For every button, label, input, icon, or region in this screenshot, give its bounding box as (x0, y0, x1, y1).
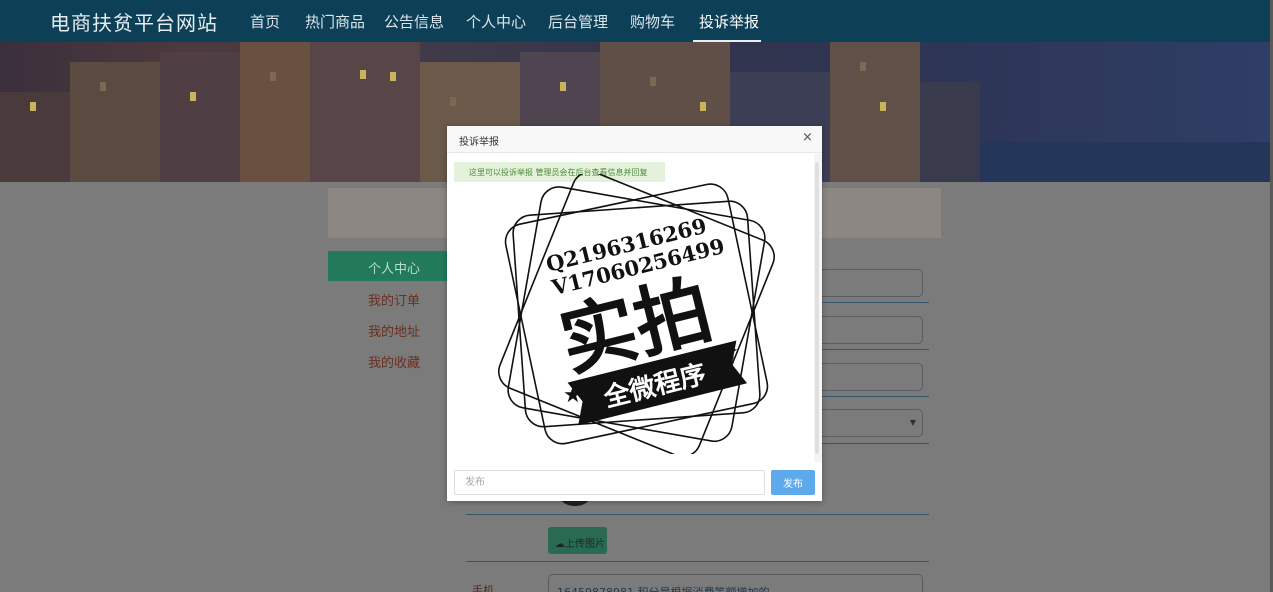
phone-field[interactable]: 16459878981 积分是根据消费等额增加的 (548, 574, 923, 592)
close-icon[interactable]: × (802, 130, 813, 145)
top-navbar: 电商扶贫平台网站 首页 热门商品 公告信息 个人中心 后台管理 购物车 投诉举报 (0, 0, 1270, 42)
nav-announcements[interactable]: 公告信息 (384, 11, 444, 32)
nav-home[interactable]: 首页 (250, 11, 280, 32)
site-brand[interactable]: 电商扶贫平台网站 (50, 7, 218, 36)
phone-label: 手机 (472, 584, 494, 592)
cloud-upload-icon: ☁ (555, 539, 565, 550)
sidebar-item-personal-center[interactable]: 个人中心 (328, 251, 452, 281)
chevron-down-icon: ▼ (909, 418, 916, 427)
modal-header: 投诉举报 × (447, 126, 822, 153)
sidebar-item-addresses[interactable]: 我的地址 (368, 321, 420, 340)
form-field-2[interactable] (808, 316, 923, 344)
form-select[interactable]: ▼ (808, 409, 923, 437)
sidebar-item-favorites[interactable]: 我的收藏 (368, 352, 420, 371)
nav-cart[interactable]: 购物车 (630, 11, 675, 32)
nav-personal-center[interactable]: 个人中心 (466, 11, 526, 32)
complaint-modal: 投诉举报 × 这里可以投诉举报 管理员会在后台查看信息并回复 Q21963162… (447, 126, 822, 501)
nav-hot-products[interactable]: 热门商品 (305, 11, 365, 32)
nav-complaints[interactable]: 投诉举报 (699, 11, 759, 32)
form-field-3[interactable] (808, 363, 923, 391)
sidebar-item-orders[interactable]: 我的订单 (368, 290, 420, 309)
scrollbar-thumb[interactable] (815, 162, 819, 454)
star-icon: ★ (563, 383, 583, 408)
stamp-image: Q2196316269 V17060256499 实拍 全微程序 ★ ★ (497, 174, 775, 454)
complaint-input[interactable] (454, 470, 765, 495)
star-icon: ★ (719, 340, 739, 365)
form-field-1[interactable] (808, 269, 923, 297)
submit-button[interactable]: 发布 (771, 470, 815, 495)
modal-title: 投诉举报 (459, 137, 499, 148)
form-divider (466, 561, 929, 562)
message-scrollbar[interactable] (814, 154, 822, 462)
nav-admin[interactable]: 后台管理 (548, 11, 608, 32)
form-divider (466, 514, 929, 515)
upload-image-button[interactable]: ☁上传图片 (548, 527, 607, 554)
